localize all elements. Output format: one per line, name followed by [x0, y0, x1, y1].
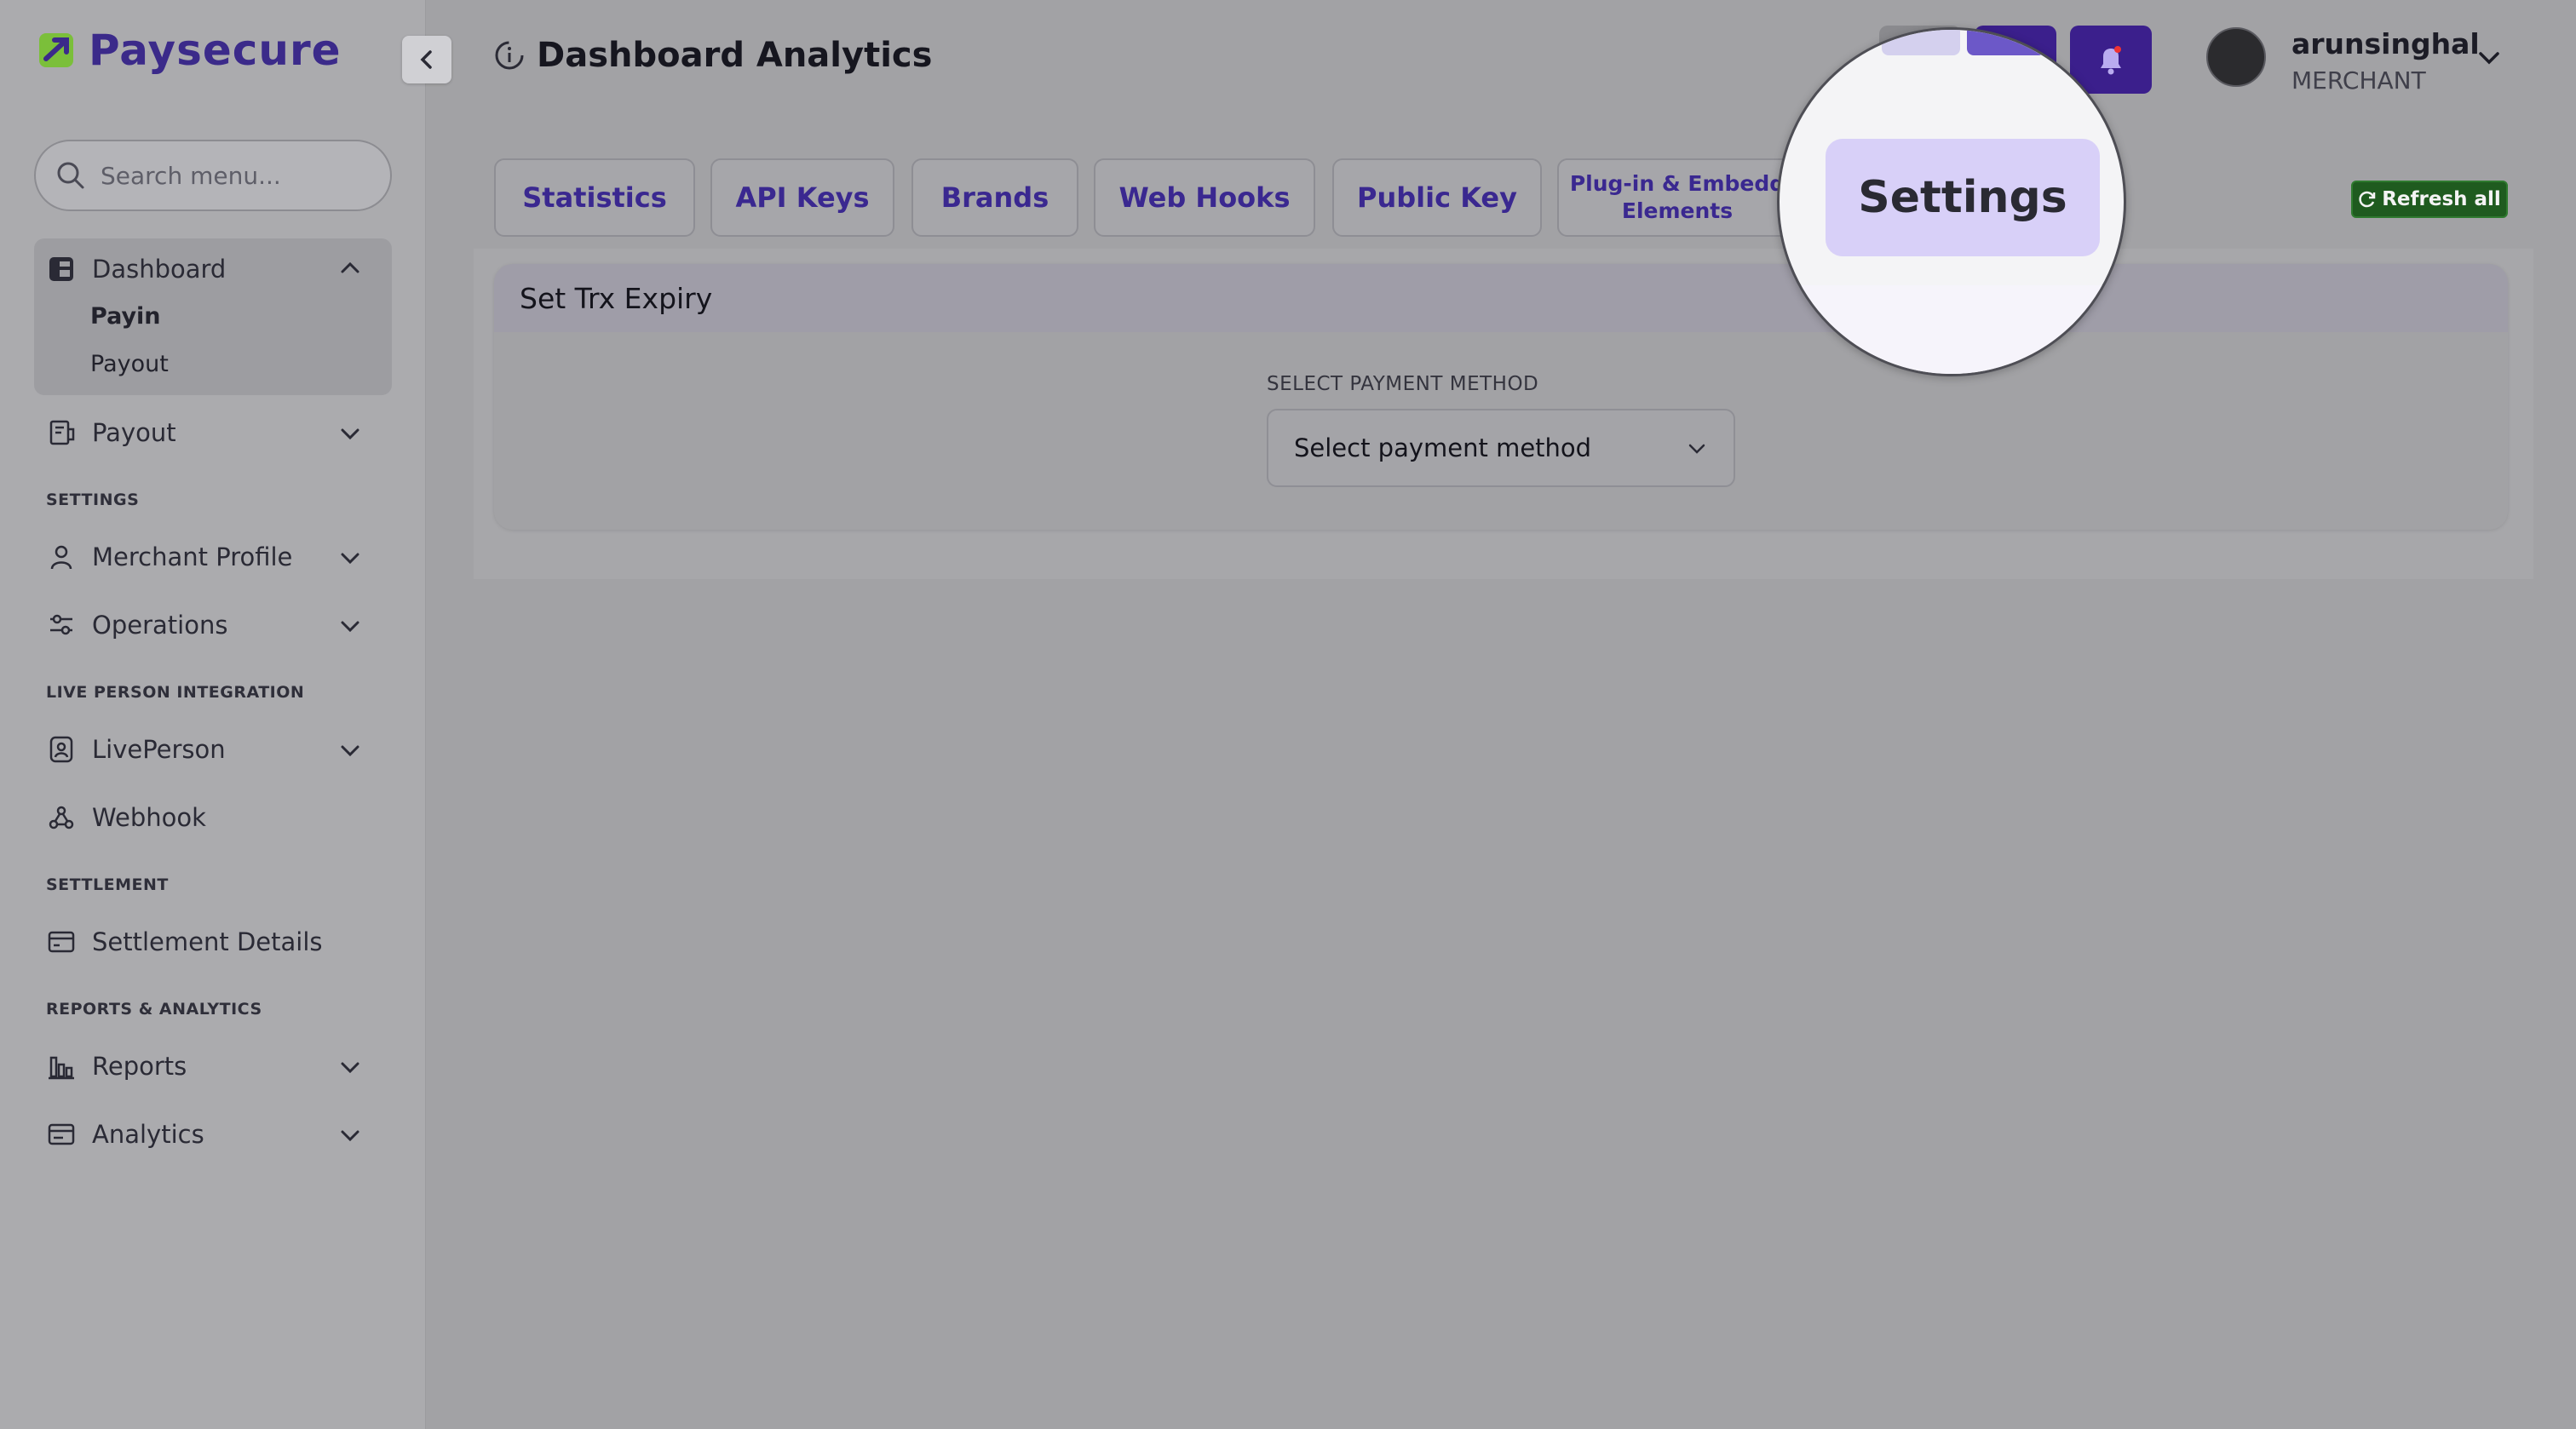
sidebar-item-label: Operations — [92, 611, 228, 640]
payment-method-select[interactable]: Select payment method — [1267, 409, 1735, 487]
tab-brands[interactable]: Brands — [911, 158, 1078, 237]
search-icon — [57, 162, 84, 189]
lens-card-header — [1780, 285, 2124, 374]
chevron-down-icon — [1688, 444, 1705, 454]
tab-statistics[interactable]: Statistics — [494, 158, 695, 237]
tab-settings[interactable]: Settings — [1826, 139, 2100, 256]
brand-logo[interactable]: Paysecure — [37, 26, 342, 75]
tab-public-key[interactable]: Public Key — [1332, 158, 1542, 237]
analytics-icon — [46, 1119, 77, 1150]
sliders-icon — [46, 610, 77, 640]
chevron-down-icon[interactable] — [337, 1054, 363, 1080]
sidebar-item-label: Reports — [92, 1052, 187, 1081]
lens-header-button — [1882, 30, 1960, 55]
tab-plugin-embedded-elements[interactable]: Plug-in & Embedd Elements — [1557, 158, 1797, 237]
payout-icon — [46, 417, 77, 448]
trx-expiry-card: Set Trx Expiry — [494, 264, 2508, 530]
section-label-settings: SETTINGS — [46, 491, 140, 509]
refresh-icon — [2359, 191, 2376, 208]
user-role: MERCHANT — [2291, 66, 2426, 95]
refresh-all-label: Refresh all — [2382, 188, 2501, 210]
sidebar-item-label: Payout — [92, 418, 176, 447]
sidebar: Paysecure Dashboard Payin Payout Payout … — [0, 0, 426, 1429]
lens-header-button — [1967, 30, 2045, 55]
section-label-settlement: SETTLEMENT — [46, 875, 169, 894]
avatar[interactable] — [2206, 27, 2266, 87]
chevron-left-icon — [420, 50, 432, 69]
tab-api-keys[interactable]: API Keys — [710, 158, 894, 237]
tab-label-line2: Elements — [1621, 198, 1734, 223]
chevron-down-icon[interactable] — [337, 613, 363, 639]
webhook-icon — [46, 802, 77, 833]
collapse-sidebar-button[interactable] — [402, 36, 451, 83]
chevron-down-icon[interactable] — [337, 737, 363, 763]
chevron-up-icon[interactable] — [337, 255, 363, 281]
page-title: Dashboard Analytics — [537, 36, 933, 75]
tab-web-hooks[interactable]: Web Hooks — [1094, 158, 1315, 237]
section-label-reports: REPORTS & ANALYTICS — [46, 1000, 262, 1019]
card-title: Set Trx Expiry — [494, 264, 2508, 332]
bell-icon — [2101, 46, 2121, 75]
section-label-liveperson: LIVE PERSON INTEGRATION — [46, 683, 305, 702]
sidebar-subitem-payout[interactable]: Payout — [90, 351, 169, 377]
payment-method-label: SELECT PAYMENT METHOD — [1267, 373, 1539, 395]
magnifier-lens: Settings — [1777, 27, 2126, 376]
user-menu[interactable]: arunsinghal MERCHANT — [2206, 27, 2480, 95]
info-icon[interactable] — [494, 40, 525, 71]
chevron-down-icon[interactable] — [2474, 43, 2504, 73]
tab-label-line1: Plug-in & Embedd — [1569, 171, 1785, 196]
refresh-all-button[interactable]: Refresh all — [2351, 181, 2508, 218]
badge-icon — [46, 734, 77, 765]
sidebar-search[interactable] — [34, 140, 392, 211]
sidebar-item-label: Merchant Profile — [92, 542, 293, 571]
user-name: arunsinghal — [2291, 27, 2480, 60]
sidebar-item-label: LivePerson — [92, 735, 226, 764]
card-icon — [46, 927, 77, 957]
user-icon — [46, 542, 77, 572]
page-header: Dashboard Analytics — [494, 36, 932, 75]
sidebar-item-label: Webhook — [92, 803, 206, 832]
chevron-down-icon[interactable] — [337, 545, 363, 571]
chevron-down-icon[interactable] — [337, 1122, 363, 1148]
brand-name: Paysecure — [89, 26, 342, 75]
paysecure-logo-icon — [39, 33, 73, 67]
select-value: Select payment method — [1294, 433, 1592, 462]
sidebar-item-label: Dashboard — [92, 255, 227, 284]
sidebar-subitem-payin[interactable]: Payin — [90, 303, 161, 330]
sidebar-item-label: Settlement Details — [92, 927, 323, 956]
notifications-button[interactable] — [2070, 26, 2152, 94]
bar-chart-icon — [46, 1051, 77, 1082]
chevron-down-icon[interactable] — [337, 421, 363, 446]
search-input[interactable] — [101, 161, 373, 190]
dashboard-icon — [46, 254, 77, 284]
sidebar-item-label: Analytics — [92, 1120, 204, 1149]
